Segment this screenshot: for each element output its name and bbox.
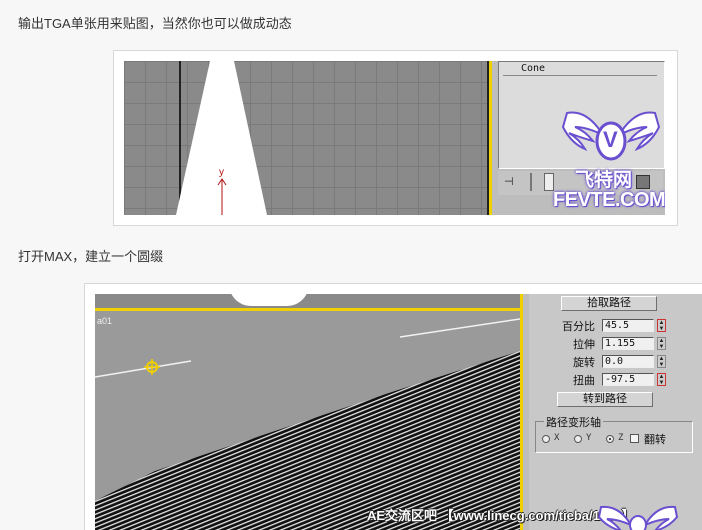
axis-label-y: y: [219, 167, 224, 178]
paragraph-2: 打开MAX，建立一个圆缀: [18, 249, 164, 264]
fevte-watermark: V 飞特网 FEVTE.COM: [553, 105, 665, 215]
viewport-yellow-border-right: [520, 294, 523, 530]
param-label-stretch: 拉伸: [573, 339, 595, 351]
param-percent-field[interactable]: 45.5: [602, 319, 654, 332]
pin-stack-icon[interactable]: ⊣: [504, 175, 522, 189]
toolbar-separator: [530, 173, 532, 191]
viewport-top-strip: [95, 294, 523, 308]
axis-x-radio[interactable]: [542, 435, 550, 443]
watermark-cn: 飞特网: [575, 170, 633, 191]
path-deform-axis-group: 路径变形轴 X Y Z 翻转: [535, 414, 693, 453]
screenshot-1: y Cone ⊣ V 飞特网 FEVTE.COM: [124, 61, 665, 215]
screenshot-2: a01 拾取路径 百分比 45.5 ▲ ▼ 拉伸 1.155 ▲ ▼ 旋转 0.…: [95, 294, 702, 530]
watermark-v-glyph: V: [603, 127, 618, 152]
wings-logo-icon-small: [597, 505, 679, 530]
move-to-path-button[interactable]: 转到路径: [557, 392, 653, 407]
param-label-rotation: 旋转: [573, 357, 595, 369]
screenshot-2-frame: a01 拾取路径 百分比 45.5 ▲ ▼ 拉伸 1.155 ▲ ▼ 旋转 0.…: [84, 283, 702, 530]
path-deform-panel: 拾取路径 百分比 45.5 ▲ ▼ 拉伸 1.155 ▲ ▼ 旋转 0.0 ▲ ▼ 扭…: [529, 294, 702, 530]
viewport-perspective: a01: [95, 294, 523, 530]
param-rotation-field[interactable]: 0.0: [602, 355, 654, 368]
modifier-stack-item-cone[interactable]: Cone: [521, 63, 545, 74]
watermark-en: FEVTE.COM: [553, 189, 665, 211]
axis-x-label: X: [554, 433, 560, 443]
screenshot-1-frame: y Cone ⊣ V 飞特网 FEVTE.COM: [113, 50, 678, 226]
list-separator: [503, 75, 657, 76]
param-stretch-field[interactable]: 1.155: [602, 337, 654, 350]
flip-label: 翻转: [644, 434, 666, 446]
axis-z-radio[interactable]: [606, 435, 614, 443]
param-rotation-spinner[interactable]: ▲ ▼: [657, 355, 666, 368]
axis-z-label: Z: [618, 433, 624, 443]
param-label-percent: 百分比: [562, 321, 595, 333]
param-stretch-spinner[interactable]: ▲ ▼: [657, 337, 666, 350]
axis-y-label: Y: [586, 433, 592, 443]
param-label-twist: 扭曲: [573, 375, 595, 387]
param-percent-spinner[interactable]: ▲ ▼: [657, 319, 666, 332]
axis-group-title: 路径变形轴: [544, 414, 603, 430]
param-twist-field[interactable]: -97.5: [602, 373, 654, 386]
paragraph-1: 输出TGA单张用来贴图，当然你也可以做成动态: [18, 16, 292, 31]
param-twist-spinner[interactable]: ▲ ▼: [657, 373, 666, 386]
axis-y-radio[interactable]: [574, 435, 582, 443]
flip-checkbox[interactable]: [630, 434, 639, 443]
deformed-cone-mesh: [95, 318, 520, 530]
get-path-button[interactable]: 拾取路径: [561, 296, 657, 311]
cone-shape: [176, 61, 267, 215]
